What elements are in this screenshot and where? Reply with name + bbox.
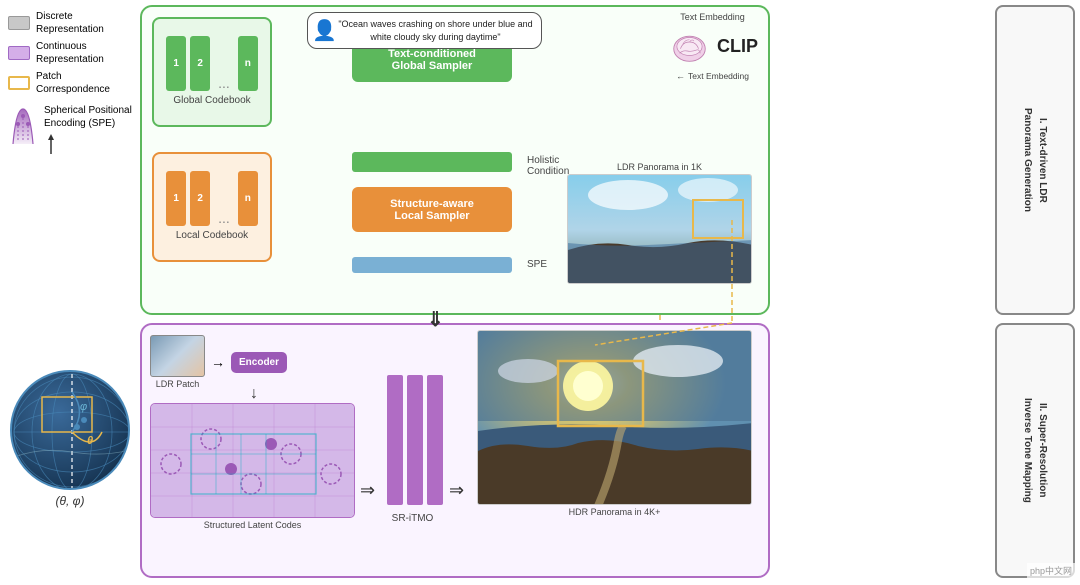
svg-text:φ: φ	[80, 401, 87, 413]
section-ii-text: II. Super-Resolution Inverse Tone Mappin…	[1020, 398, 1050, 503]
patch-box-legend	[8, 76, 30, 90]
local-codebook-columns: 1 2 ... n	[166, 166, 258, 226]
codebook-columns: 1 2 ... n	[166, 31, 258, 91]
discrete-box	[8, 16, 30, 30]
clip-arrow-area: ← Text Embedding	[676, 71, 749, 81]
text-prompt-bubble: 👤 "Ocean waves crashing on shore under b…	[307, 12, 542, 49]
legend-spe: Spherical PositionalEncoding (SPE)	[8, 104, 138, 156]
big-down-arrow: ⇓	[427, 307, 444, 332]
text-prompt-content: "Ocean waves crashing on shore under blu…	[338, 19, 532, 42]
latent-codes-svg	[151, 404, 355, 518]
spe-wave-icon	[8, 104, 38, 149]
top-section: 👤 "Ocean waves crashing on shore under b…	[140, 5, 770, 315]
global-codebook-label: Global Codebook	[173, 95, 250, 106]
hdr-panorama-container: HDR Panorama in 4K+	[477, 330, 752, 515]
globe-area: θ φ (θ, φ)	[0, 360, 140, 560]
continuous-box	[8, 46, 30, 60]
holistic-label: Holistic Condition	[527, 155, 569, 177]
local-codebook: 1 2 ... n Local Codebook	[152, 152, 272, 262]
col-n: n	[238, 36, 258, 91]
holistic-text: Holistic Condition	[527, 155, 569, 177]
clip-row: CLIP	[667, 24, 758, 69]
spe-up-arrow	[44, 132, 58, 156]
arrow-to-sritmo: ⇒	[360, 480, 375, 501]
local-sampler-label: Structure-aware Local Sampler	[390, 198, 474, 222]
local-col-1: 1	[166, 171, 186, 226]
globe: θ φ	[10, 370, 130, 490]
hdr-panorama-label: HDR Panorama in 4K+	[477, 507, 752, 517]
hdr-panorama-svg	[478, 331, 752, 505]
legend-continuous: Continuous Representation	[8, 40, 138, 66]
col-1: 1	[166, 36, 186, 91]
local-codebook-label: Local Codebook	[176, 230, 248, 241]
sritmo-columns	[387, 375, 443, 505]
col-2: 2	[190, 36, 210, 91]
local-col-n: n	[238, 171, 258, 226]
svg-text:θ: θ	[87, 435, 93, 447]
spe-condition-label: SPE	[527, 259, 547, 270]
text-embedding-label: Text Embedding	[680, 12, 745, 22]
clip-area: Text Embedding CLIP ← Text Embedding	[667, 12, 758, 81]
local-sampler: Structure-aware Local Sampler	[352, 187, 512, 232]
text-embed-note: Text Embedding	[688, 71, 749, 81]
section-ii-label: II. Super-Resolution Inverse Tone Mappin…	[995, 323, 1075, 578]
global-codebook: 1 2 ... n Global Codebook	[152, 17, 272, 127]
ldr-panorama-label: LDR Panorama in 1K	[567, 162, 752, 172]
sritmo-col-2	[407, 375, 423, 505]
continuous-label: Continuous Representation	[36, 40, 104, 66]
person-icon: 👤	[312, 17, 337, 45]
sritmo-col-1	[387, 375, 403, 505]
discrete-label: Discrete Representation	[36, 10, 104, 36]
legend: Discrete Representation Continuous Repre…	[8, 10, 138, 156]
legend-patch: Patch Correspondence	[8, 70, 138, 96]
left-arrow-text: ←	[676, 71, 685, 81]
structured-latent-area: Structured Latent Codes	[150, 403, 355, 523]
ldr-patch-group: LDR Patch	[150, 335, 205, 389]
section-i-label: I. Text-driven LDR Panorama Generation	[995, 5, 1075, 315]
local-col-dots: ...	[214, 210, 234, 226]
latent-codes-label: Structured Latent Codes	[150, 520, 355, 530]
spe-description: Spherical PositionalEncoding (SPE)	[44, 104, 132, 156]
arrow-to-hdr: ⇒	[449, 480, 464, 501]
spe-label: Spherical PositionalEncoding (SPE)	[44, 104, 132, 130]
ldr-panorama-svg	[568, 175, 752, 284]
global-sampler-label: Text-conditioned Global Sampler	[388, 48, 476, 72]
clip-label: CLIP	[717, 36, 758, 57]
spe-bar	[352, 257, 512, 273]
arrow-right-encoder: →	[211, 354, 225, 370]
theta-phi-label: (θ, φ)	[0, 494, 140, 508]
watermark: php中文网	[1027, 563, 1075, 578]
sritmo-col-3	[427, 375, 443, 505]
encoder-box: Encoder	[231, 352, 287, 373]
sritmo-label: SR-iTMO	[385, 513, 440, 524]
globe-grid: θ φ	[12, 372, 130, 490]
holistic-bar	[352, 152, 512, 172]
patch-label: Patch Correspondence	[36, 70, 110, 96]
section-i-text: I. Text-driven LDR Panorama Generation	[1020, 108, 1050, 212]
ldr-patch-encoder: LDR Patch → Encoder	[150, 335, 287, 389]
legend-discrete: Discrete Representation	[8, 10, 138, 36]
structured-latent-image	[150, 403, 355, 518]
hdr-panorama-image	[477, 330, 752, 505]
main-diagram: 👤 "Ocean waves crashing on shore under b…	[140, 5, 1075, 578]
brain-icon	[667, 24, 712, 69]
ldr-patch-label: LDR Patch	[156, 379, 200, 389]
ldr-patch-thumbnail	[150, 335, 205, 377]
ldr-panorama-container: LDR Panorama in 1K	[567, 162, 752, 282]
down-arrow-encoder: ↓	[250, 385, 258, 403]
bottom-section: LDR Patch → Encoder ↓	[140, 323, 770, 578]
ldr-panorama-image	[567, 174, 752, 284]
col-dots: ...	[214, 75, 234, 91]
local-col-2: 2	[190, 171, 210, 226]
